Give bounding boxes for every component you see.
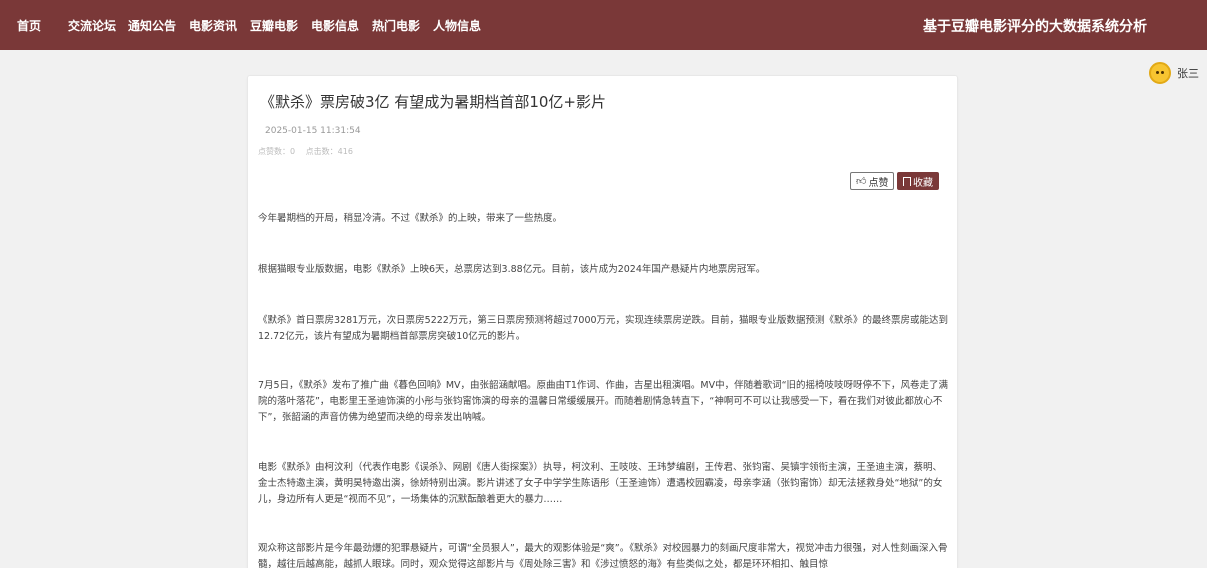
nav-hot-movies[interactable]: 热门电影 bbox=[372, 17, 420, 34]
nav-home[interactable]: 首页 bbox=[17, 17, 41, 34]
views-count: 点击数：416 bbox=[305, 147, 353, 156]
avatar[interactable] bbox=[1149, 62, 1171, 84]
article-paragraph: 今年暑期档的开局，稍显冷清。不过《默杀》的上映，带来了一些热度。 bbox=[258, 213, 563, 224]
likes-count: 点赞数：0 bbox=[258, 147, 296, 156]
article-paragraph: 《默杀》首日票房3281万元，次日票房5222万元，第三日票房预测将超过7000… bbox=[258, 315, 949, 342]
article-paragraph: 电影《默杀》由柯汶利（代表作电影《误杀》、网剧《唐人街探案》）执导，柯汶利、王吱… bbox=[258, 462, 943, 505]
nav-people-info[interactable]: 人物信息 bbox=[433, 17, 481, 34]
article-stats: 点赞数：0 点击数：416 bbox=[258, 146, 361, 157]
article-paragraph: 根据猫眼专业版数据，电影《默杀》上映6天，总票房达到3.88亿元。目前，该片成为… bbox=[258, 264, 766, 275]
user-menu[interactable]: 张三 bbox=[1149, 62, 1199, 84]
top-navigation-bar: 首页 交流论坛 通知公告 电影资讯 豆瓣电影 电影信息 热门电影 人物信息 基于… bbox=[0, 0, 1207, 50]
user-name[interactable]: 张三 bbox=[1177, 65, 1199, 81]
favorite-button-label: 收藏 bbox=[913, 177, 933, 189]
article-paragraph: 7月5日，《默杀》发布了推广曲《暮色回响》MV，由张韶涵献唱。原曲由T1作词、作… bbox=[258, 380, 948, 423]
like-button[interactable]: 👍︎ 点赞 bbox=[850, 172, 895, 190]
favorite-button[interactable]: 收藏 bbox=[897, 172, 939, 190]
nav-movie-info[interactable]: 电影信息 bbox=[311, 17, 359, 34]
bookmark-icon bbox=[903, 176, 911, 186]
nav-forum[interactable]: 交流论坛 bbox=[68, 17, 116, 34]
nav-announcements[interactable]: 通知公告 bbox=[128, 17, 176, 34]
site-title: 基于豆瓣电影评分的大数据系统分析 bbox=[923, 19, 1147, 35]
thumbs-up-icon: 👍︎ bbox=[856, 176, 867, 187]
like-button-label: 点赞 bbox=[868, 177, 889, 189]
article-title: 《默杀》票房破3亿 有望成为暑期档首部10亿+影片 bbox=[260, 93, 606, 111]
article-paragraph: 观众称这部影片是今年最劲爆的犯罪悬疑片，可谓“全员狠人”，最大的观影体验是“爽”… bbox=[258, 543, 948, 568]
nav-douban-movies[interactable]: 豆瓣电影 bbox=[250, 17, 298, 34]
nav-movie-news[interactable]: 电影资讯 bbox=[189, 17, 237, 34]
article-card: 《默杀》票房破3亿 有望成为暑期档首部10亿+影片 2025-01-15 11:… bbox=[247, 75, 958, 568]
article-date: 2025-01-15 11:31:54 bbox=[265, 126, 361, 136]
